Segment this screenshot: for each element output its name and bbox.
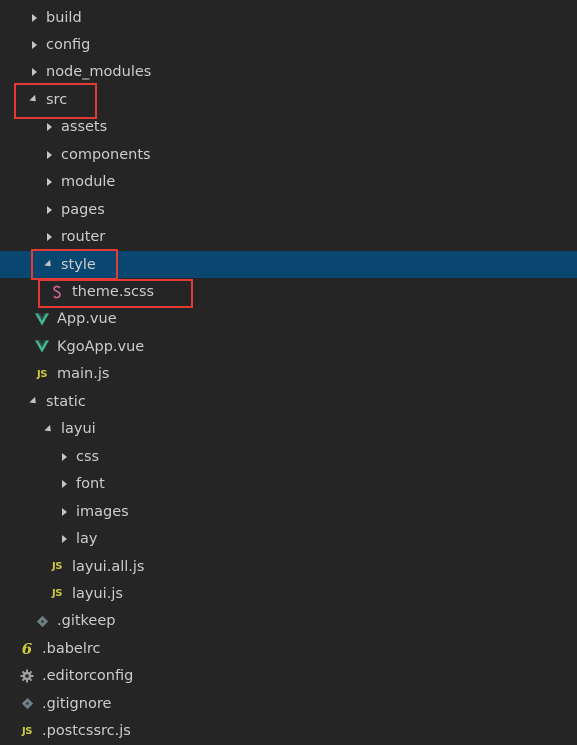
js-icon: JS — [37, 368, 47, 380]
vue-icon — [35, 340, 49, 354]
folder-item-router[interactable]: router — [0, 224, 577, 251]
file-item-postcssrc-js[interactable]: JS .postcssrc.js — [0, 718, 577, 745]
file-item-kgoapp-vue[interactable]: KgoApp.vue — [0, 333, 577, 360]
item-label: src — [46, 91, 68, 108]
item-label: router — [61, 229, 106, 246]
git-icon — [20, 697, 34, 711]
item-label: assets — [61, 119, 108, 136]
file-item-babelrc[interactable]: 6 .babelrc — [0, 635, 577, 662]
chevron-down-icon[interactable] — [28, 94, 40, 106]
chevron-right-icon[interactable] — [58, 533, 70, 545]
file-item-layui-js[interactable]: JS layui.js — [0, 580, 577, 607]
chevron-down-icon[interactable] — [43, 423, 55, 435]
item-label: layui.all.js — [72, 558, 145, 575]
item-label: .gitignore — [42, 695, 112, 712]
file-item-editorconfig[interactable]: .editorconfig — [0, 663, 577, 690]
vue-icon — [35, 312, 49, 326]
item-label: font — [76, 476, 105, 493]
folder-item-pages[interactable]: pages — [0, 196, 577, 223]
chevron-down-icon[interactable] — [28, 396, 40, 408]
folder-item-config[interactable]: config — [0, 31, 577, 58]
folder-item-font[interactable]: font — [0, 471, 577, 498]
item-label: layui.js — [72, 585, 123, 602]
chevron-right-icon[interactable] — [58, 478, 70, 490]
item-label: pages — [61, 201, 105, 218]
folder-item-module[interactable]: module — [0, 169, 577, 196]
item-label: layui — [61, 421, 96, 438]
sass-icon — [50, 285, 64, 299]
item-label: lay — [76, 531, 98, 548]
chevron-down-icon[interactable] — [43, 259, 55, 271]
item-label: .postcssrc.js — [42, 723, 131, 740]
item-label: main.js — [57, 366, 110, 383]
folder-item-static[interactable]: static — [0, 388, 577, 415]
folder-item-build[interactable]: build — [0, 4, 577, 31]
babel-icon: 6 — [21, 639, 33, 658]
chevron-right-icon[interactable] — [28, 66, 40, 78]
item-label: theme.scss — [72, 284, 155, 300]
folder-item-lay[interactable]: lay — [0, 526, 577, 553]
chevron-right-icon[interactable] — [43, 121, 55, 133]
folder-item-style[interactable]: style — [0, 251, 577, 279]
folder-item-layui[interactable]: layui — [0, 416, 577, 443]
file-item-main-js[interactable]: JS main.js — [0, 361, 577, 388]
chevron-right-icon[interactable] — [58, 451, 70, 463]
file-explorer-tree: build config node_modulessrc assets componen… — [0, 0, 577, 739]
item-label: build — [46, 9, 82, 26]
js-icon: JS — [22, 725, 32, 737]
chevron-right-icon[interactable] — [28, 12, 40, 24]
folder-item-images[interactable]: images — [0, 498, 577, 525]
chevron-right-icon[interactable] — [43, 149, 55, 161]
file-item-theme-scss[interactable]: theme.scss — [0, 279, 577, 306]
js-icon: JS — [52, 588, 62, 600]
item-label: .babelrc — [42, 640, 101, 657]
file-item-gitkeep[interactable]: .gitkeep — [0, 608, 577, 635]
item-label: static — [46, 393, 86, 410]
js-icon: JS — [52, 561, 62, 572]
folder-item-node-modules[interactable]: node_modules — [0, 59, 577, 86]
git-icon — [35, 614, 49, 628]
item-label: module — [61, 174, 116, 191]
chevron-right-icon[interactable] — [43, 176, 55, 188]
item-label: App.vue — [57, 311, 117, 328]
gear-icon — [20, 669, 34, 683]
folder-item-assets[interactable]: assets — [0, 114, 577, 141]
file-item-layui-all-js[interactable]: JS layui.all.js — [0, 553, 577, 580]
chevron-right-icon[interactable] — [43, 204, 55, 216]
item-label: style — [61, 256, 96, 273]
file-item-gitignore[interactable]: .gitignore — [0, 690, 577, 717]
item-label: .gitkeep — [57, 613, 116, 630]
folder-item-components[interactable]: components — [0, 141, 577, 168]
item-label: components — [61, 146, 151, 163]
folder-item-src[interactable]: src — [0, 86, 577, 113]
chevron-right-icon[interactable] — [43, 231, 55, 243]
file-item-app-vue[interactable]: App.vue — [0, 306, 577, 333]
item-label: css — [76, 448, 100, 465]
item-label: node_modules — [46, 64, 152, 81]
item-label: KgoApp.vue — [57, 338, 145, 355]
chevron-right-icon[interactable] — [58, 506, 70, 518]
folder-item-css[interactable]: css — [0, 443, 577, 470]
item-label: images — [76, 503, 129, 520]
item-label: .editorconfig — [42, 668, 134, 685]
chevron-right-icon[interactable] — [28, 39, 40, 51]
item-label: config — [46, 36, 91, 53]
